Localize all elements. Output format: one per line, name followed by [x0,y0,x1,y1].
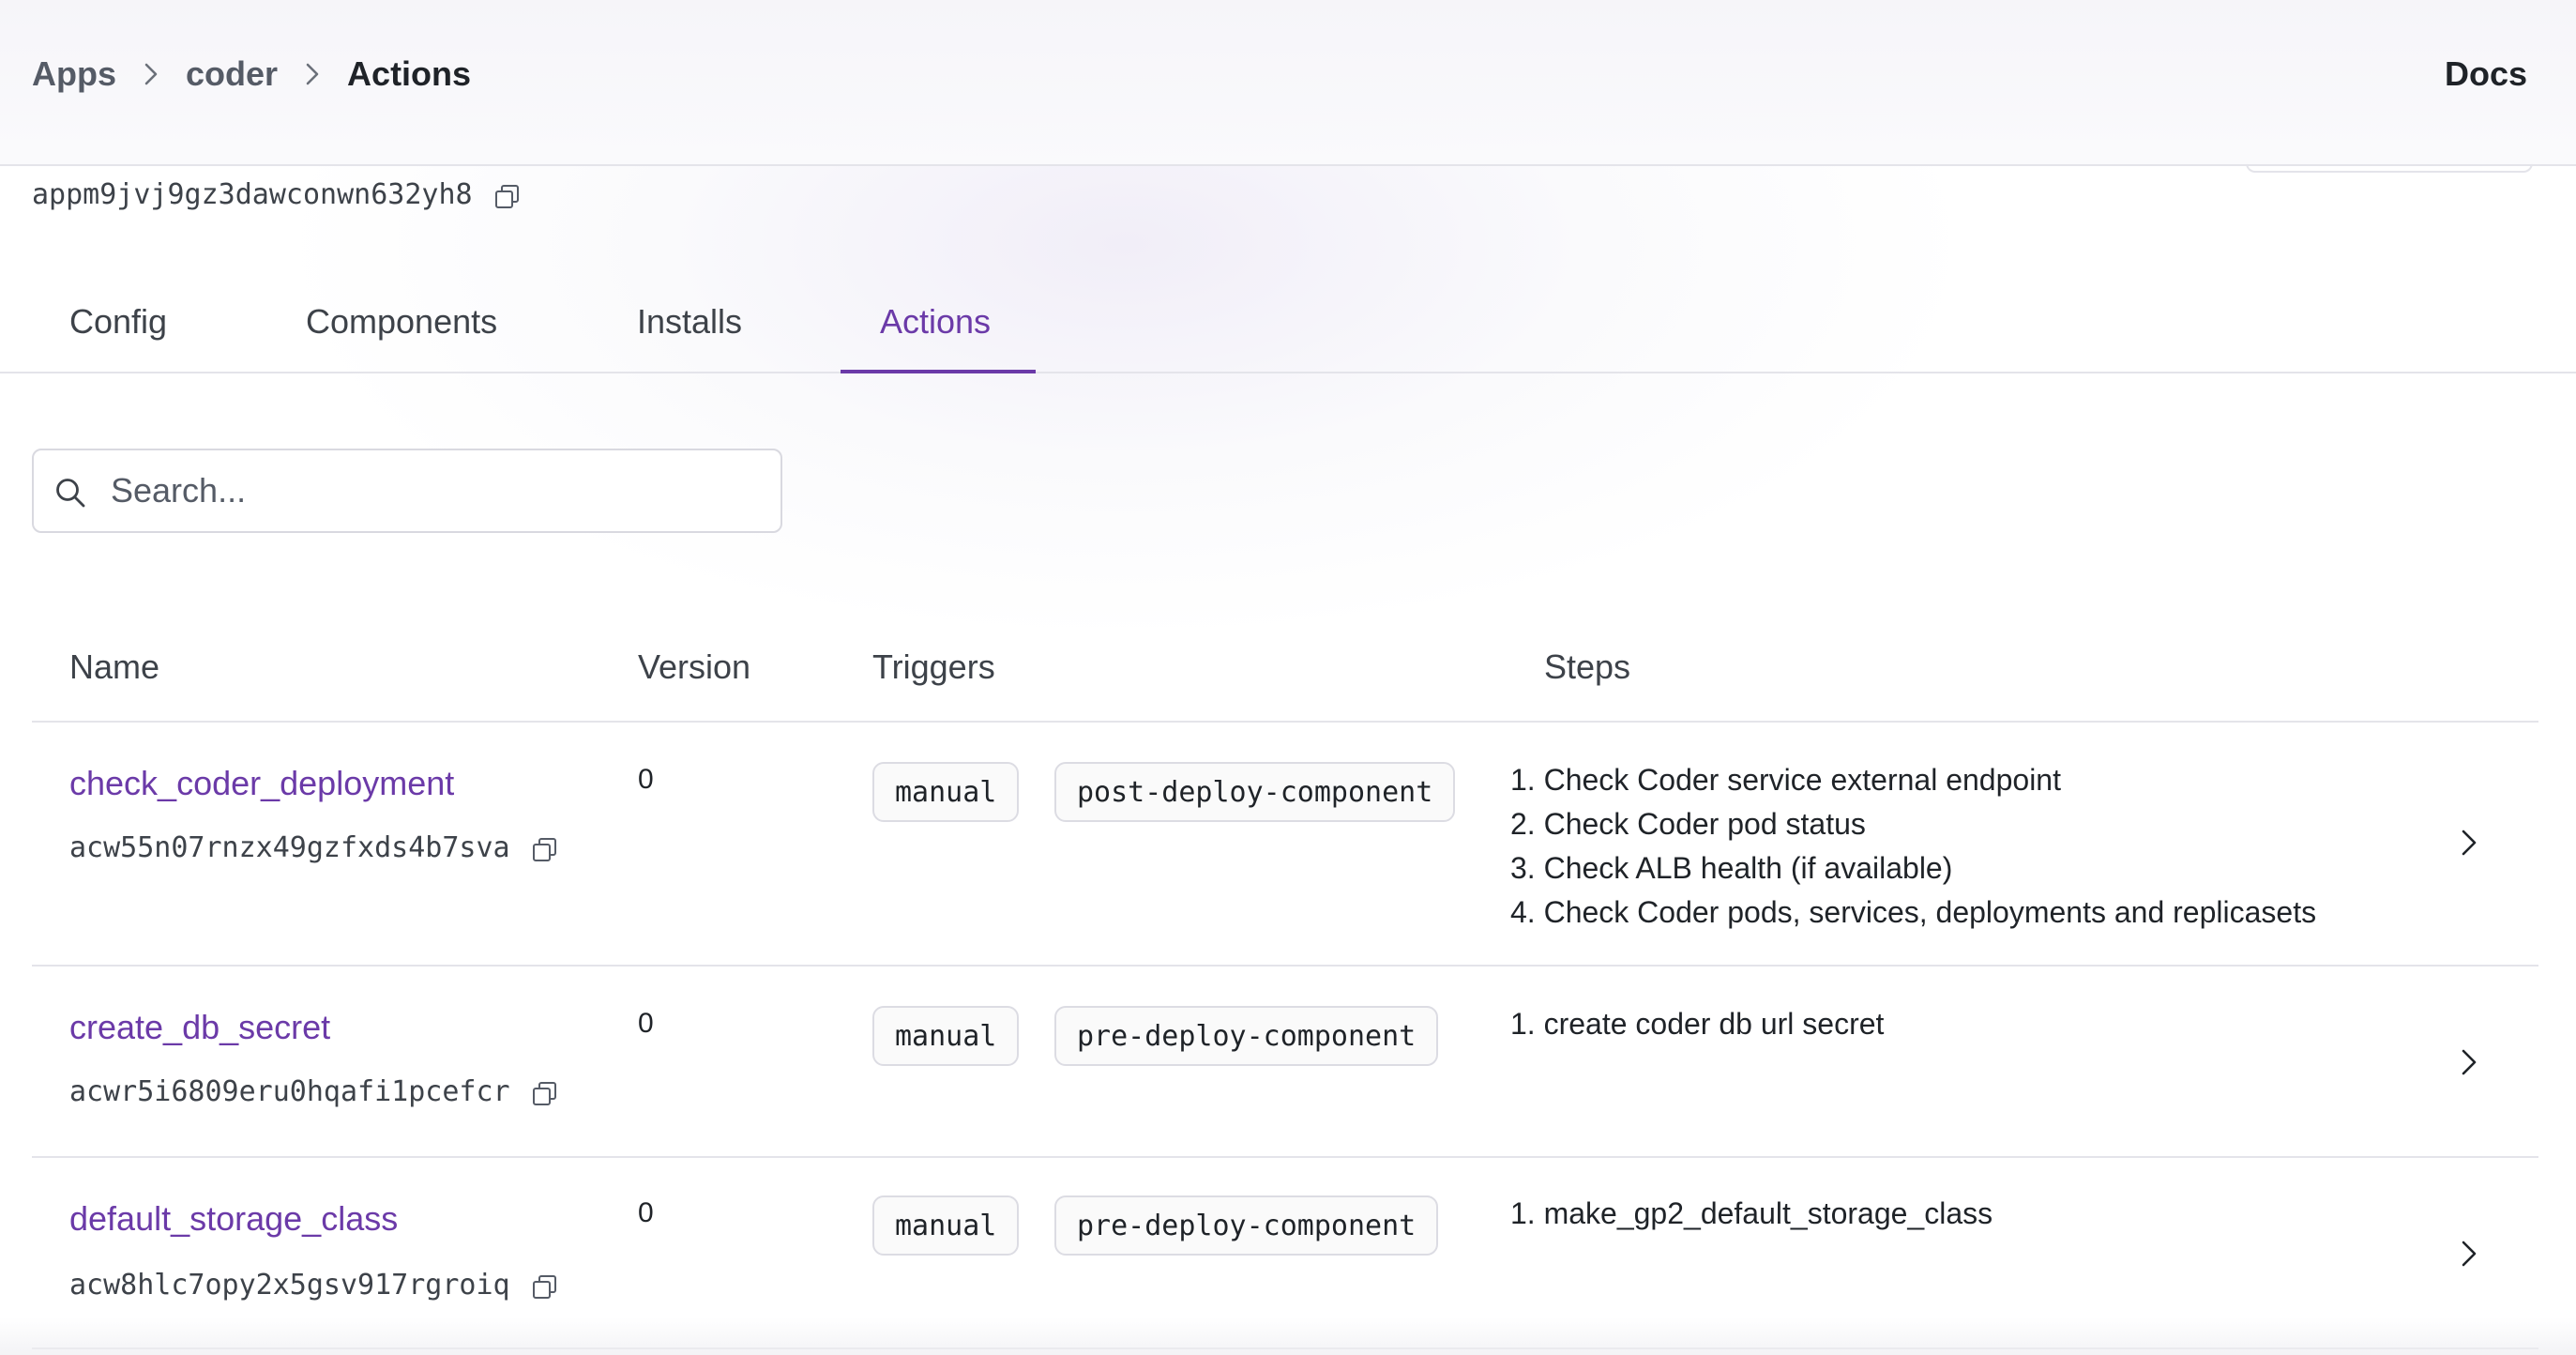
chevron-right-icon [116,62,186,86]
trigger-badge: pre-deploy-component [1054,1006,1439,1066]
column-header-version: Version [638,647,751,686]
active-tab-indicator [841,370,1036,373]
chevron-right-icon[interactable] [2450,1043,2488,1081]
tab-components[interactable]: Components [306,302,497,373]
step-item: 2. Check Coder pod status [1510,807,1866,841]
action-version: 0 [638,1197,654,1228]
chevron-right-icon [278,62,347,86]
action-id: acw8hlc7opy2x5gsv917rgroiq [69,1269,556,1302]
copy-icon[interactable] [531,837,556,861]
step-item: 1. create coder db url secret [1510,1007,1885,1041]
chevron-right-icon[interactable] [2450,824,2488,861]
trigger-badge: post-deploy-component [1054,762,1456,822]
tab-config[interactable]: Config [69,302,167,373]
step-item: 1. make_gp2_default_storage_class [1510,1196,1993,1230]
copy-icon[interactable] [531,1081,556,1105]
table-row[interactable]: check_coder_deployment acw55n07rnzx49gzf… [32,723,2538,967]
search-box [32,449,782,533]
tab-actions[interactable]: Actions [880,302,991,373]
action-id-value: acw8hlc7opy2x5gsv917rgroiq [69,1269,510,1302]
breadcrumb-coder[interactable]: coder [186,54,278,94]
breadcrumb-apps[interactable]: Apps [32,54,116,94]
column-header-steps: Steps [1544,647,1631,686]
steps-list: 1. make_gp2_default_storage_class [1510,1192,1993,1236]
search-icon [54,477,86,509]
trigger-badge: manual [872,1195,1020,1256]
trigger-badge: manual [872,1006,1020,1066]
steps-list: 1. create coder db url secret [1510,1002,1884,1046]
search-input[interactable] [111,471,758,510]
app-id-value: appm9jvj9gz3dawconwn632yh8 [32,178,473,211]
action-id: acwr5i6809eru0hqafi1pcefcr [69,1075,556,1108]
breadcrumb: Apps coder Actions [32,54,471,94]
breadcrumb-actions: Actions [347,54,472,93]
tab-bar: Config Components Installs Actions [0,282,2576,373]
table-row[interactable]: create_db_secret acwr5i6809eru0hqafi1pce… [32,967,2538,1158]
step-item: 1. Check Coder service external endpoint [1510,763,2061,797]
column-header-triggers: Triggers [872,647,995,686]
tab-installs[interactable]: Installs [637,302,742,373]
action-name-link[interactable]: create_db_secret [69,1008,330,1047]
copy-icon[interactable] [493,184,519,208]
table-header: Name Version Triggers Steps [32,619,2538,723]
copy-icon[interactable] [531,1274,556,1299]
docs-link[interactable]: Docs [2445,54,2527,94]
trigger-badge: pre-deploy-component [1054,1195,1439,1256]
action-id: acw55n07rnzx49gzfxds4b7sva [69,831,556,864]
action-name-link[interactable]: default_storage_class [69,1199,398,1239]
action-id-value: acwr5i6809eru0hqafi1pcefcr [69,1075,510,1108]
steps-list: 1. Check Coder service external endpoint… [1510,758,2316,935]
action-version: 0 [638,764,654,795]
step-item: 4. Check Coder pods, services, deploymen… [1510,895,2317,929]
step-item: 3. Check ALB health (if available) [1510,851,1953,885]
bottom-fade [0,1317,2576,1355]
chevron-right-icon[interactable] [2450,1235,2488,1272]
action-id-value: acw55n07rnzx49gzfxds4b7sva [69,831,510,864]
trigger-badge: manual [872,762,1020,822]
app-id: appm9jvj9gz3dawconwn632yh8 [32,178,519,211]
action-version: 0 [638,1008,654,1039]
action-name-link[interactable]: check_coder_deployment [69,764,454,803]
top-bar: Apps coder Actions Docs [0,0,2576,166]
column-header-name: Name [69,647,160,686]
